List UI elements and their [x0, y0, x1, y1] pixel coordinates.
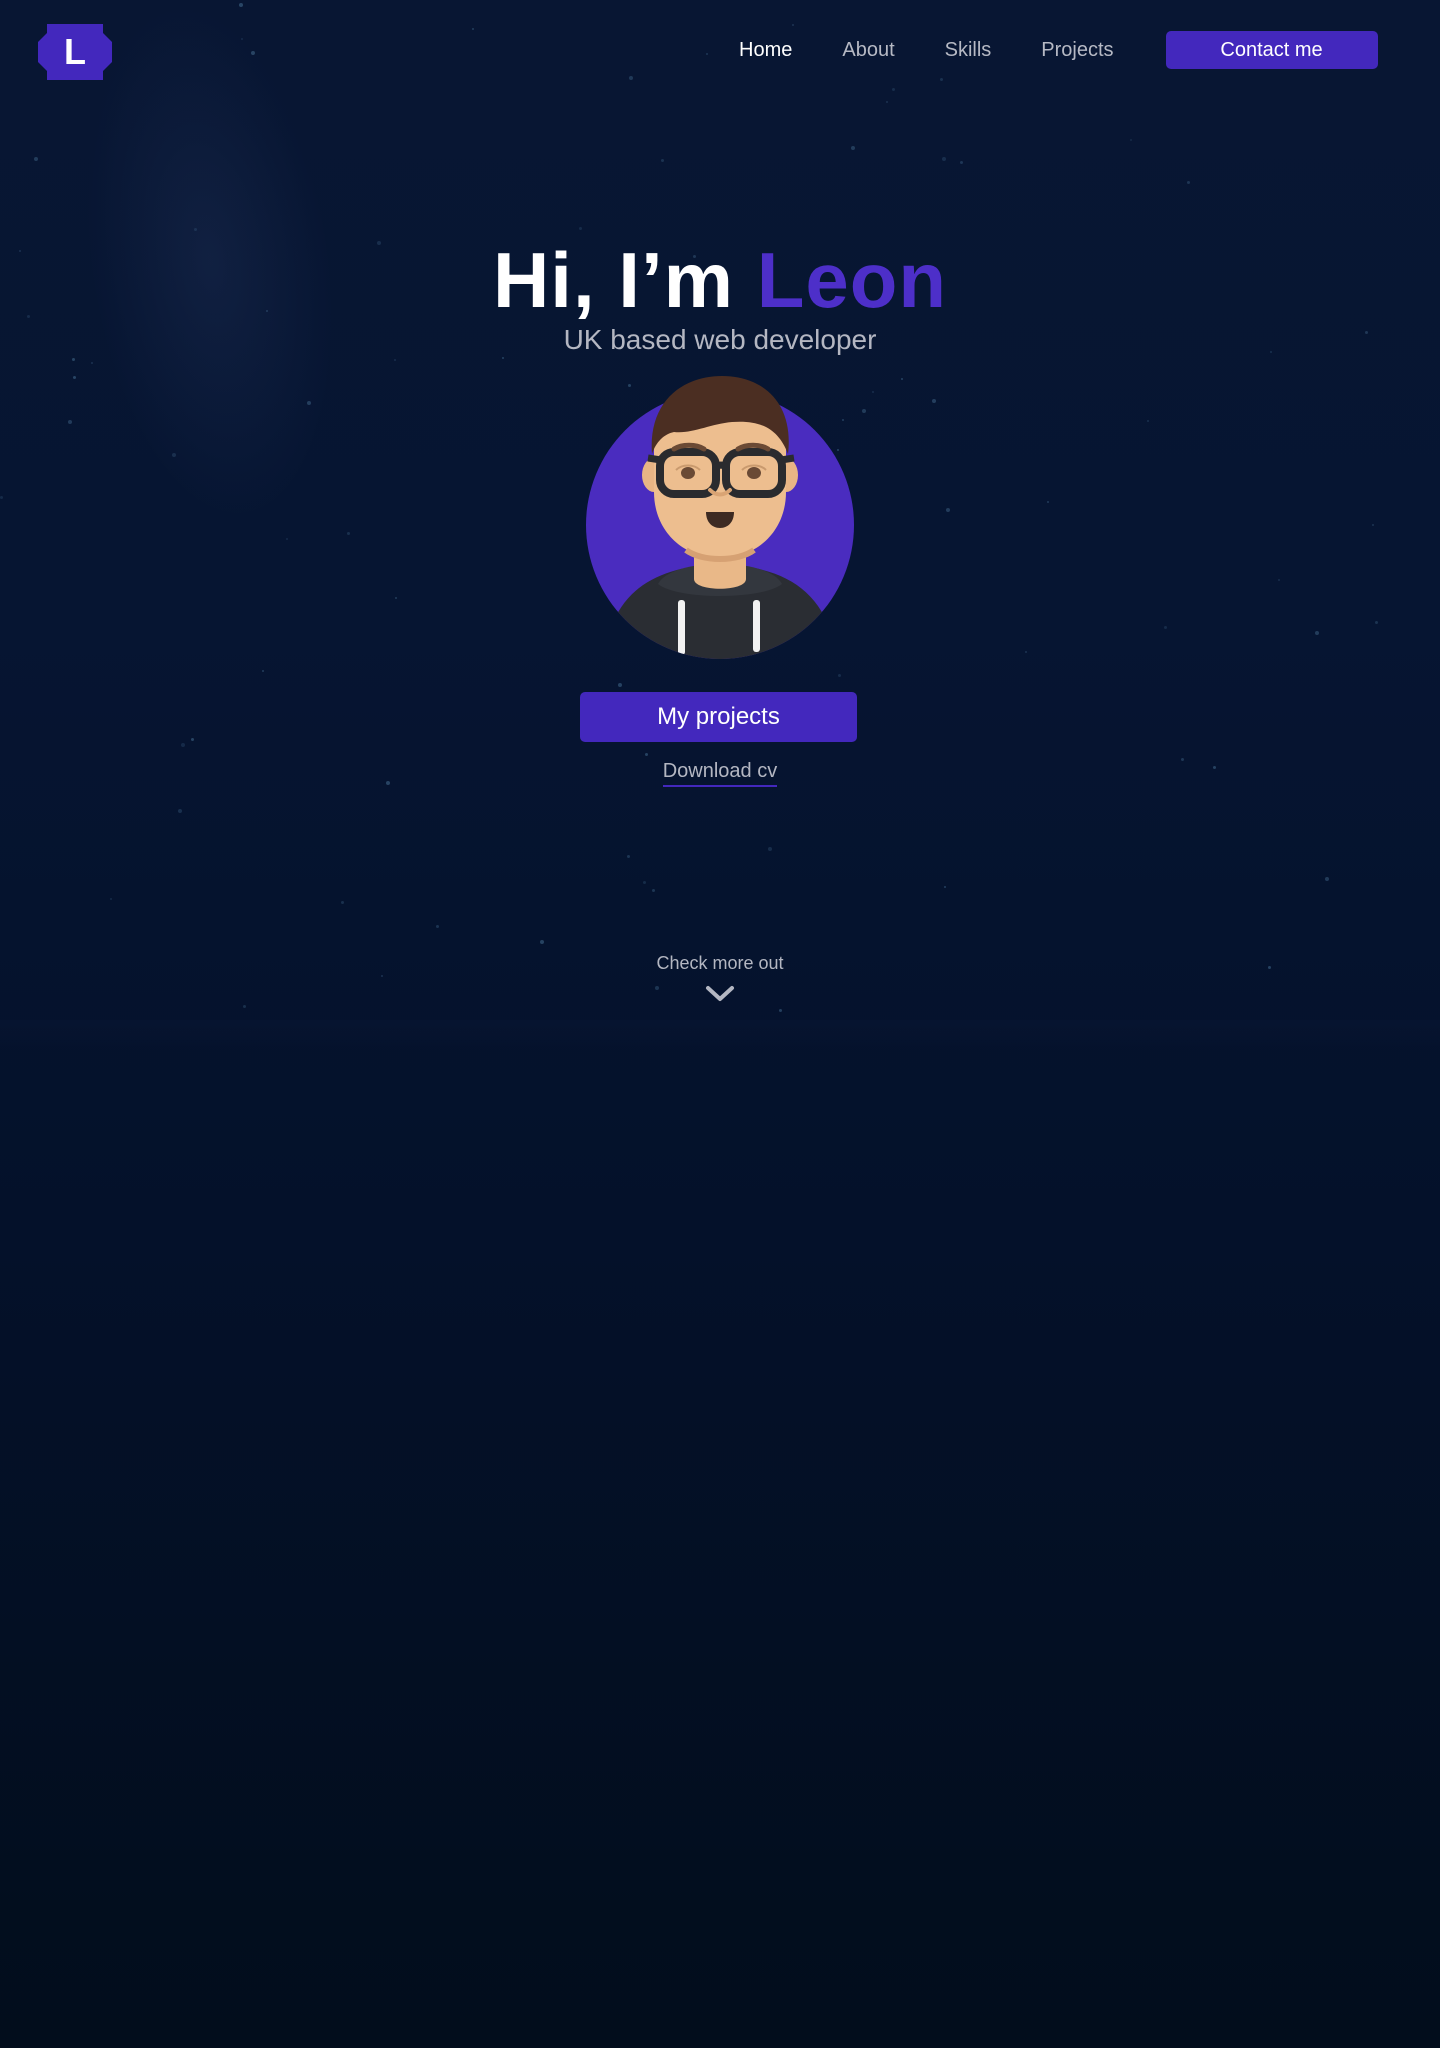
- star-dot: [181, 743, 185, 747]
- star-dot: [172, 453, 176, 457]
- star-dot: [68, 420, 72, 424]
- star-dot: [307, 401, 311, 405]
- star-dot: [901, 378, 903, 380]
- star-dot: [73, 376, 76, 379]
- star-dot: [872, 391, 874, 393]
- star-dot: [838, 674, 841, 677]
- star-dot: [472, 28, 474, 30]
- hero-name: Leon: [756, 236, 948, 324]
- star-dot: [34, 157, 38, 161]
- star-dot: [262, 670, 264, 672]
- star-dot: [768, 847, 772, 851]
- star-dot: [1164, 626, 1167, 629]
- star-dot: [643, 881, 646, 884]
- star-dot: [942, 157, 946, 161]
- star-dot: [341, 901, 344, 904]
- star-dot: [241, 38, 243, 40]
- star-dot: [178, 809, 182, 813]
- star-dot: [661, 159, 664, 162]
- download-cv-link[interactable]: Download cv: [662, 758, 778, 787]
- star-dot: [395, 597, 397, 599]
- star-dot: [1047, 501, 1049, 503]
- star-dot: [946, 508, 950, 512]
- star-dot: [1325, 877, 1329, 881]
- contact-me-button[interactable]: Contact me: [1165, 31, 1378, 69]
- star-dot: [655, 986, 659, 990]
- star-dot: [1375, 621, 1378, 624]
- star-dot: [194, 228, 197, 231]
- nav-link-projects[interactable]: Projects: [1041, 30, 1113, 70]
- star-dot: [706, 53, 708, 55]
- star-dot: [652, 889, 655, 892]
- chevron-down-icon[interactable]: [705, 984, 735, 1004]
- star-dot: [1315, 631, 1319, 635]
- star-dot: [0, 496, 3, 499]
- star-dot: [960, 161, 963, 164]
- star-dot: [72, 358, 75, 361]
- star-dot: [1372, 524, 1374, 526]
- star-dot: [540, 940, 544, 944]
- nav-link-about[interactable]: About: [842, 30, 894, 70]
- star-dot: [645, 753, 648, 756]
- star-dot: [191, 738, 194, 741]
- star-dot: [886, 101, 888, 103]
- star-dot: [436, 925, 439, 928]
- star-dot: [347, 532, 350, 535]
- star-dot: [1187, 181, 1190, 184]
- star-dot: [1130, 139, 1132, 141]
- star-dot: [932, 399, 936, 403]
- star-dot: [394, 359, 396, 361]
- logo-link[interactable]: L: [38, 24, 112, 80]
- star-dot: [779, 1009, 782, 1012]
- star-dot: [940, 78, 943, 81]
- my-projects-button[interactable]: My projects: [580, 692, 857, 742]
- download-cv-container: Download cv: [0, 758, 1440, 787]
- star-dot: [286, 538, 288, 540]
- hero-title: Hi, I’m Leon: [0, 232, 1440, 328]
- star-dot: [618, 683, 622, 687]
- star-dot: [892, 88, 895, 91]
- main-nav: Home About Skills Projects Contact me: [739, 30, 1378, 70]
- star-dot: [862, 409, 866, 413]
- star-dot: [243, 1005, 246, 1008]
- hero-greeting: Hi, I’m: [492, 236, 735, 324]
- star-dot: [944, 886, 946, 888]
- hero-subtitle: UK based web developer: [563, 324, 877, 355]
- star-dot: [579, 227, 582, 230]
- star-dot: [629, 76, 633, 80]
- star-dot: [851, 146, 855, 150]
- star-dot: [627, 855, 630, 858]
- star-dot: [251, 51, 255, 55]
- star-dot: [110, 898, 112, 900]
- star-dot: [1278, 579, 1280, 581]
- nav-link-skills[interactable]: Skills: [945, 30, 992, 70]
- star-dot: [792, 24, 794, 26]
- avatar-illustration: [586, 376, 854, 659]
- section-divider: [0, 1020, 1440, 1050]
- check-more-label: Check more out: [656, 953, 784, 973]
- logo-letter: L: [64, 31, 86, 72]
- star-dot: [1025, 651, 1027, 653]
- star-dot: [91, 362, 93, 364]
- star-dot: [239, 3, 243, 7]
- nav-link-home[interactable]: Home: [739, 30, 792, 70]
- star-dot: [1147, 420, 1149, 422]
